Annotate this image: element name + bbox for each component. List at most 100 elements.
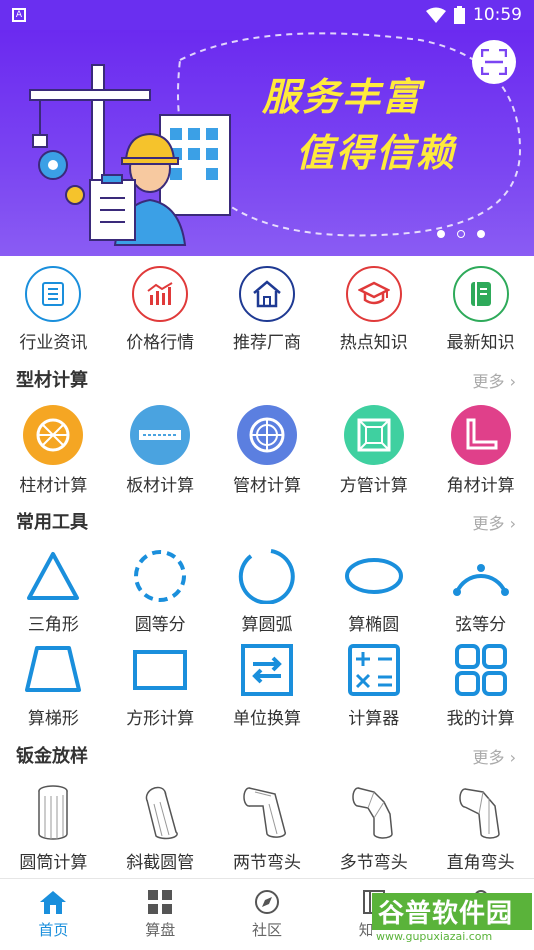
tool-my-calc[interactable]: 我的计算 — [427, 642, 534, 729]
square-tube-icon — [357, 418, 391, 452]
trapezoid-icon — [25, 646, 82, 692]
status-bar: A 10:59 — [0, 0, 534, 30]
tool-label: 算梯形 — [27, 709, 79, 729]
unit-convert-icon — [240, 644, 293, 696]
watermark-url: www.gupuxiazai.com — [372, 930, 532, 943]
scan-button[interactable] — [472, 40, 516, 84]
tool-label: 管材计算 — [232, 476, 301, 496]
tool-label: 方管计算 — [339, 476, 408, 496]
tool-trapezoid[interactable]: 算梯形 — [0, 642, 107, 729]
tool-label: 板材计算 — [126, 476, 195, 496]
profile-calc-row: 柱材计算 板材计算 管材计算 方管计算 角材计算 — [0, 405, 534, 496]
tool-circle-divide[interactable]: 圆等分 — [107, 548, 214, 635]
quick-nav-label: 价格行情 — [126, 333, 195, 353]
cylinder-icon — [38, 785, 69, 840]
section-title-sheet-metal: 钣金放样 — [16, 746, 88, 767]
tool-square-tube-calc[interactable]: 方管计算 — [320, 405, 427, 496]
quick-nav-label: 推荐厂商 — [232, 333, 301, 353]
scan-icon — [481, 49, 507, 75]
tool-label: 三角形 — [27, 615, 79, 635]
tool-label: 两节弯头 — [232, 853, 301, 873]
tool-oblique-pipe[interactable]: 斜截圆管 — [107, 784, 214, 873]
tool-label: 计算器 — [348, 709, 400, 729]
tool-label: 角材计算 — [446, 476, 515, 496]
oblique-pipe-icon — [145, 786, 179, 840]
tool-label: 圆筒计算 — [19, 853, 88, 873]
section-title-profile: 型材计算 — [16, 370, 88, 391]
quick-nav-factory[interactable]: 推荐厂商 — [214, 266, 321, 353]
tool-calculator[interactable]: 计算器 — [320, 642, 427, 729]
tool-label: 斜截圆管 — [126, 853, 195, 873]
tool-label: 算椭圆 — [348, 615, 400, 635]
price-chart-icon — [147, 282, 173, 305]
factory-icon — [253, 280, 281, 308]
tool-plate-calc[interactable]: 板材计算 — [107, 405, 214, 496]
quick-nav-label: 行业资讯 — [19, 333, 88, 353]
more-link-common-tools[interactable]: 更多 › — [472, 510, 516, 534]
tool-unit-convert[interactable]: 单位换算 — [214, 642, 321, 729]
banner-headline-2: 值得信赖 — [296, 131, 457, 175]
chevron-right-icon: › — [509, 514, 516, 533]
triangle-icon — [27, 552, 80, 600]
tab-label: 首页 — [38, 921, 69, 939]
angle-material-icon — [466, 418, 498, 450]
tool-arc[interactable]: 算圆弧 — [214, 548, 321, 635]
rectangle-icon — [133, 650, 188, 690]
tool-label: 我的计算 — [446, 709, 515, 729]
chevron-right-icon: › — [509, 372, 516, 391]
quick-nav: 行业资讯 价格行情 推荐厂商 热点知识 最新知识 — [0, 266, 534, 353]
more-link-profile[interactable]: 更多 › — [472, 368, 516, 392]
tool-ellipse[interactable]: 算椭圆 — [320, 548, 427, 635]
more-label: 更多 — [472, 372, 505, 391]
tab-abacus[interactable]: 算盘 — [107, 879, 214, 950]
carousel-dot-active[interactable] — [457, 230, 465, 238]
grid-icon — [454, 644, 507, 696]
site-watermark: 谷普软件园 www.gupuxiazai.com — [372, 893, 532, 945]
tool-two-section-elbow[interactable]: 两节弯头 — [214, 784, 321, 873]
tool-label: 单位换算 — [232, 709, 301, 729]
section-title-common-tools: 常用工具 — [16, 512, 88, 533]
tool-rectangle[interactable]: 方形计算 — [107, 642, 214, 729]
compass-icon — [254, 890, 279, 914]
carousel-indicator — [437, 230, 485, 238]
banner-headline-1: 服务丰富 — [262, 75, 423, 119]
tool-label: 多节弯头 — [339, 853, 408, 873]
plate-material-icon — [139, 430, 182, 440]
quick-nav-hot-knowledge[interactable]: 热点知识 — [320, 266, 427, 353]
tool-angle-calc[interactable]: 角材计算 — [427, 405, 534, 496]
tool-column-calc[interactable]: 柱材计算 — [0, 405, 107, 496]
banner-carousel[interactable]: 服务丰富 值得信赖 — [0, 30, 534, 256]
wifi-icon — [426, 7, 446, 23]
tool-right-angle-elbow[interactable]: 直角弯头 — [427, 784, 534, 873]
quick-nav-news[interactable]: 行业资讯 — [0, 266, 107, 353]
chord-icon — [452, 564, 509, 596]
tool-cylinder[interactable]: 圆筒计算 — [0, 784, 107, 873]
clock: 10:59 — [473, 5, 522, 25]
arc-icon — [238, 549, 295, 604]
carousel-dot[interactable] — [477, 230, 485, 238]
tool-triangle[interactable]: 三角形 — [0, 548, 107, 635]
more-label: 更多 — [472, 748, 505, 767]
book-icon — [470, 282, 491, 306]
tool-pipe-calc[interactable]: 管材计算 — [214, 405, 321, 496]
tool-label: 算圆弧 — [241, 615, 293, 635]
watermark-brand: 谷普软件园 — [372, 893, 532, 930]
tab-community[interactable]: 社区 — [214, 879, 321, 950]
tool-multi-section-elbow[interactable]: 多节弯头 — [320, 784, 427, 873]
tab-label: 社区 — [251, 921, 282, 939]
tab-home[interactable]: 首页 — [0, 879, 107, 950]
quick-nav-latest-knowledge[interactable]: 最新知识 — [427, 266, 534, 353]
quick-nav-price[interactable]: 价格行情 — [107, 266, 214, 353]
dashed-circle-icon — [134, 550, 187, 602]
more-label: 更多 — [472, 514, 505, 533]
tool-label: 直角弯头 — [446, 853, 515, 873]
tool-chord[interactable]: 弦等分 — [427, 548, 534, 635]
ellipse-icon — [344, 558, 403, 594]
news-icon — [42, 282, 65, 306]
tool-label: 柱材计算 — [19, 476, 88, 496]
carousel-dot[interactable] — [437, 230, 445, 238]
more-link-sheet-metal[interactable]: 更多 › — [472, 744, 516, 768]
grid-squares-icon — [148, 890, 173, 914]
calculator-icon — [347, 644, 400, 696]
tool-label: 圆等分 — [134, 615, 186, 635]
